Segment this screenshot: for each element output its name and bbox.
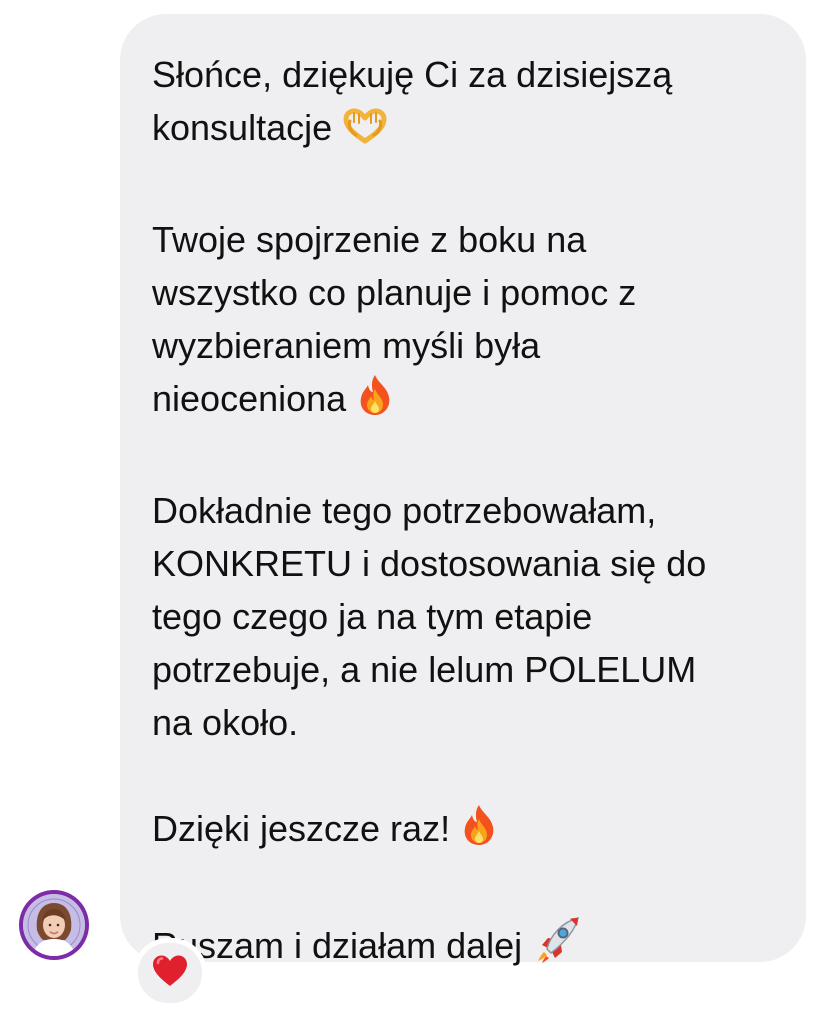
message-line: tego czego ja na tym etapie — [152, 596, 593, 637]
message-line: Dzięki jeszcze raz! — [152, 802, 786, 861]
message-paragraph: Ruszam i działam dalej — [152, 914, 786, 978]
message-line: Dokładnie tego potrzebowałam, — [152, 490, 657, 531]
message-line: na około. — [152, 702, 299, 743]
sender-avatar[interactable] — [19, 890, 89, 960]
message-paragraph: Dzięki jeszcze raz! — [152, 802, 786, 861]
message-bubble[interactable]: Słońce, dziękuję Ci za dzisiejszą konsul… — [120, 14, 806, 966]
rocket-icon — [532, 914, 582, 978]
message-line: Twoje spojrzenie z boku na — [152, 219, 587, 260]
message-line: potrzebuje, a nie lelum POLELUM — [152, 649, 697, 690]
message-line: konsultacje — [152, 101, 786, 160]
reaction-badge[interactable] — [133, 938, 207, 1008]
message-paragraph: Słońce, dziękuję Ci za dzisiejszą konsul… — [152, 48, 786, 160]
chat-view: Słońce, dziękuję Ci za dzisiejszą konsul… — [0, 0, 813, 1024]
message-line: Słońce, dziękuję Ci za dzisiejszą — [152, 54, 673, 95]
message-text: Słońce, dziękuję Ci za dzisiejszą konsul… — [152, 48, 786, 978]
message-line: nieoceniona — [152, 372, 786, 431]
fire-icon — [356, 373, 394, 431]
message-paragraph: Twoje spojrzenie z boku na wszystko co p… — [152, 213, 786, 431]
message-paragraph: Dokładnie tego potrzebowałam, KONKRETU i… — [152, 484, 786, 749]
message-line-text: nieoceniona — [152, 378, 347, 419]
message-line: Ruszam i działam dalej — [152, 914, 786, 978]
message-line: wszystko co planuje i pomoc z — [152, 272, 637, 313]
message-line-text: Dzięki jeszcze raz! — [152, 808, 451, 849]
message-line-text: konsultacje — [152, 107, 333, 148]
message-line: KONKRETU i dostosowania się do — [152, 543, 707, 584]
red-heart-icon — [151, 954, 189, 993]
fire-icon — [460, 803, 498, 861]
message-line: wyzbieraniem myśli była — [152, 325, 541, 366]
user-avatar-icon — [23, 894, 85, 956]
heart-hands-icon — [342, 107, 388, 160]
message-line-text: Ruszam i działam dalej — [152, 925, 523, 966]
